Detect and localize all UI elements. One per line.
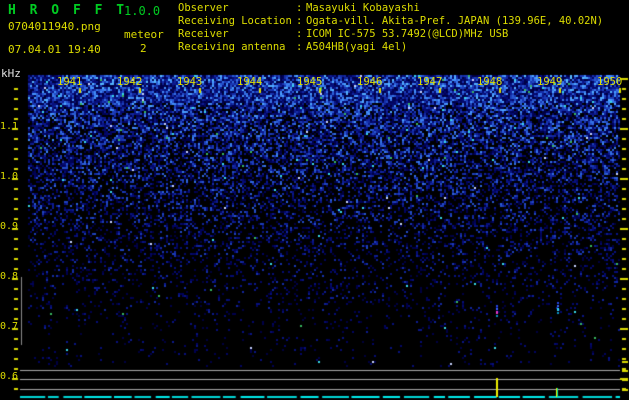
output-filename: 0704011940.png <box>8 20 101 33</box>
time-tick-label: 1947 <box>417 76 443 88</box>
freq-tick-label: 0.8 <box>0 271 19 282</box>
mode-label: meteor <box>124 28 164 41</box>
info-colon: : <box>296 41 303 53</box>
time-tick-label: 1944 <box>237 76 263 88</box>
info-label: Observer <box>178 2 229 14</box>
info-colon: : <box>296 2 303 14</box>
info-row-location: Receiving Location : Ogata-vill. Akita-P… <box>178 15 603 28</box>
time-tick-label: 1945 <box>297 76 323 88</box>
info-colon: : <box>296 15 303 27</box>
app-title: H R O F F T <box>8 3 128 18</box>
freq-tick-label: 0.9 <box>0 221 19 232</box>
time-tick-label: 1948 <box>477 76 503 88</box>
info-value: ICOM IC-575 53.7492(@LCD)MHz USB <box>306 28 509 40</box>
app-version: 1.0.0 <box>124 4 161 18</box>
observer-info-block: Observer : Masayuki Kobayashi Receiving … <box>178 2 603 54</box>
info-row-antenna: Receiving antenna : A504HB(yagi 4el) <box>178 41 603 54</box>
info-row-receiver: Receiver : ICOM IC-575 53.7492(@LCD)MHz … <box>178 28 603 41</box>
info-colon: : <box>296 28 303 40</box>
info-label: Receiving Location <box>178 15 292 27</box>
freq-tick-label: 1.0 <box>0 171 19 182</box>
time-tick-label: 1949 <box>537 76 563 88</box>
spectrogram-canvas <box>0 0 629 400</box>
freq-tick-label: 0.7 <box>0 321 19 332</box>
info-label: Receiver <box>178 28 229 40</box>
time-tick-label: 1946 <box>357 76 383 88</box>
freq-tick-label: 0.6 <box>0 371 19 382</box>
hrofft-window: H R O F F T 1.0.0 0704011940.png meteor … <box>0 0 629 400</box>
info-value: Ogata-vill. Akita-Pref. JAPAN (139.96E, … <box>306 15 604 27</box>
time-tick-label: 1943 <box>177 76 203 88</box>
time-tick-label: 1941 <box>57 76 83 88</box>
info-label: Receiving antenna <box>178 41 286 53</box>
info-value: Masayuki Kobayashi <box>306 2 420 14</box>
time-tick-label: 1950 <box>597 76 623 88</box>
info-row-observer: Observer : Masayuki Kobayashi <box>178 2 603 15</box>
datetime-label: 07.04.01 19:40 <box>8 43 101 56</box>
freq-unit-label: kHz <box>1 67 21 80</box>
time-tick-label: 1942 <box>117 76 143 88</box>
meteor-count: 2 <box>140 42 147 55</box>
freq-tick-label: 1.1 <box>0 121 19 132</box>
info-value: A504HB(yagi 4el) <box>306 41 408 53</box>
